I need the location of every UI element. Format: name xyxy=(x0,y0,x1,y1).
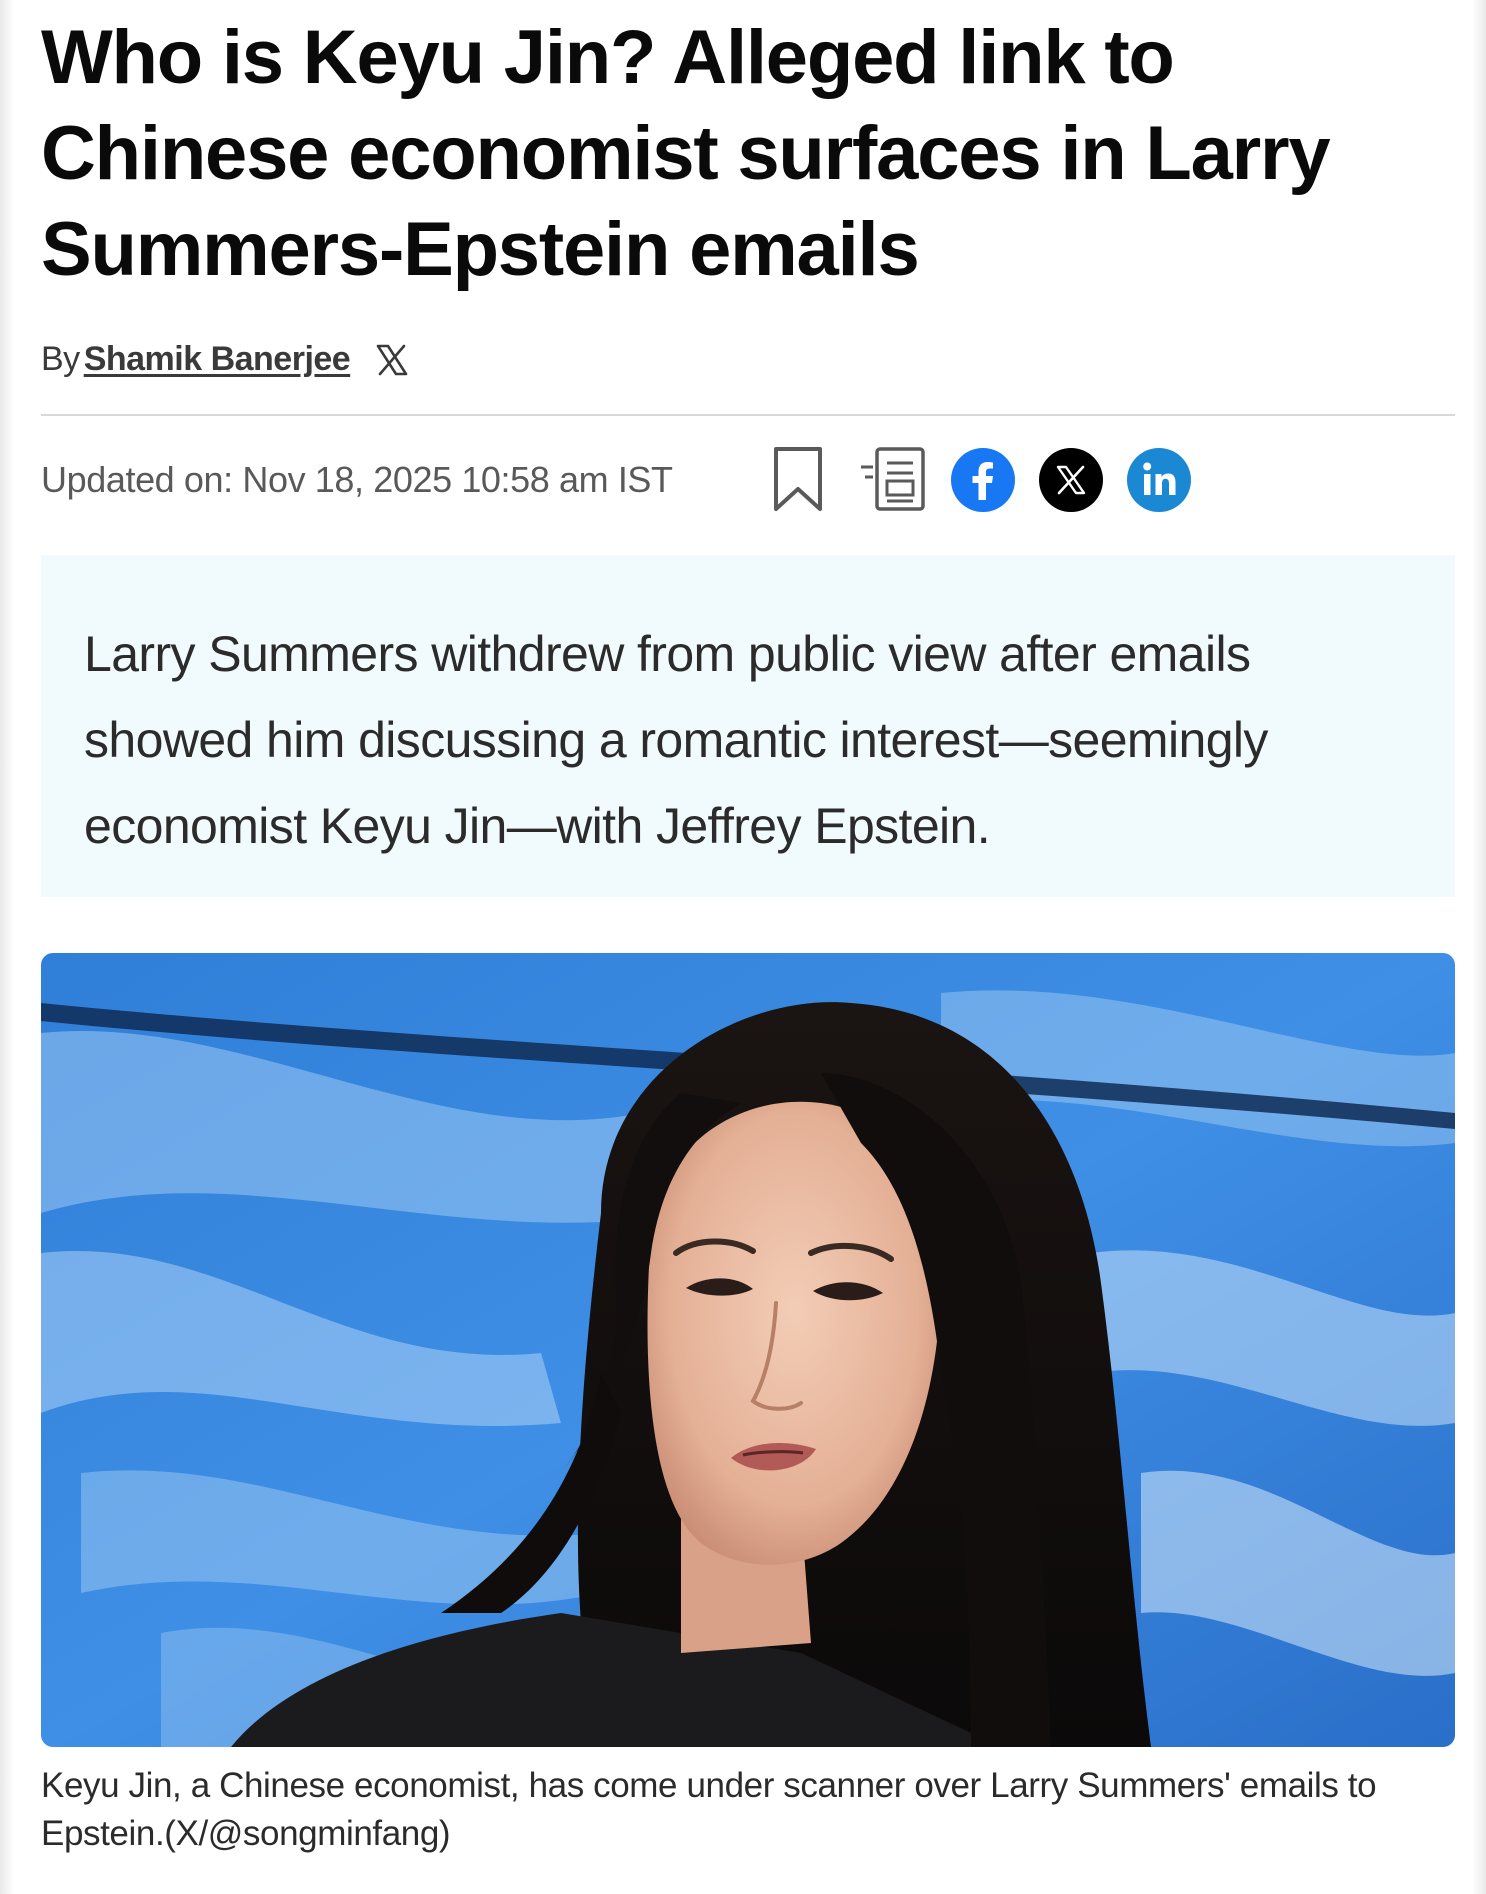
hero-image xyxy=(41,953,1455,1747)
bookmark-icon[interactable] xyxy=(771,445,825,515)
page-right-edge xyxy=(1472,0,1486,1894)
share-toolbar xyxy=(771,440,1191,520)
x-icon[interactable] xyxy=(1039,448,1103,512)
article-summary: Larry Summers withdrew from public view … xyxy=(41,555,1455,897)
page-left-edge xyxy=(0,0,14,1894)
facebook-icon[interactable] xyxy=(951,448,1015,512)
byline-divider xyxy=(41,414,1455,416)
author-x-profile-icon[interactable] xyxy=(374,342,410,378)
updated-timestamp: Updated on: Nov 18, 2025 10:58 am IST xyxy=(41,459,673,500)
summary-text: Larry Summers withdrew from public view … xyxy=(84,626,1268,854)
image-caption: Keyu Jin, a Chinese economist, has come … xyxy=(41,1766,1377,1853)
byline-prefix: By xyxy=(41,340,80,378)
author-link[interactable]: Shamik Banerjee xyxy=(84,340,351,379)
linkedin-icon[interactable] xyxy=(1127,448,1191,512)
read-mode-icon[interactable] xyxy=(859,445,929,515)
byline: By Shamik Banerjee xyxy=(41,340,410,379)
meta-row: Updated on: Nov 18, 2025 10:58 am IST xyxy=(41,440,1455,520)
article: Who is Keyu Jin? Alleged link to Chinese… xyxy=(41,0,1455,1853)
article-headline: Who is Keyu Jin? Alleged link to Chinese… xyxy=(41,15,1331,292)
